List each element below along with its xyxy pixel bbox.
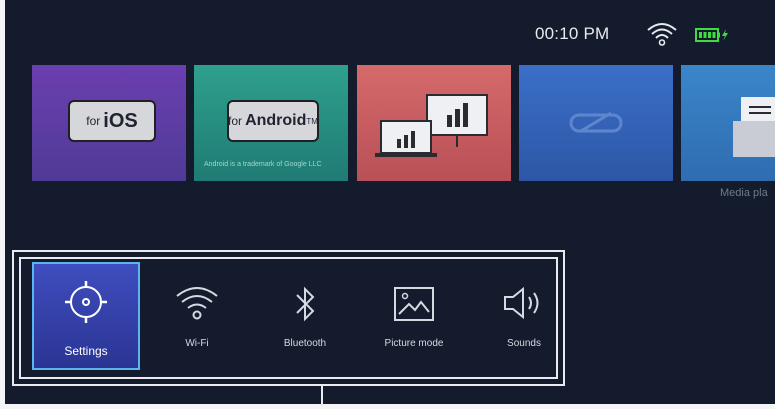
tile-media-player[interactable] <box>681 65 775 181</box>
dock-item-picture-mode[interactable]: Picture mode <box>360 262 468 370</box>
dock-item-label: Sounds <box>507 338 541 349</box>
screen-frame-left <box>0 0 5 409</box>
wifi-icon <box>647 23 677 46</box>
tile-android[interactable]: for Android TM Android is a trademark of… <box>194 65 348 181</box>
phone-icon: for iOS <box>68 100 156 142</box>
screen-frame-bottom <box>0 404 775 409</box>
dock-item-label: Settings <box>64 344 108 358</box>
dock-item-label: Bluetooth <box>283 338 327 349</box>
picture-icon <box>394 287 434 321</box>
presentation-icon <box>375 94 488 157</box>
wifi-icon <box>176 287 218 320</box>
settings-icon <box>65 281 107 323</box>
tile-ios-label: iOS <box>103 109 138 132</box>
dock-item-wifi[interactable]: Wi-Fi <box>143 262 251 370</box>
tile-screen-cast[interactable] <box>357 65 511 181</box>
battery-charging-icon <box>695 28 728 42</box>
folder-icon <box>733 97 775 157</box>
dock-item-sounds[interactable]: Sounds <box>470 262 578 370</box>
tile-android-prefix: for <box>228 114 243 128</box>
tile-android-label: Android <box>245 112 307 129</box>
dock-item-label: Wi-Fi <box>185 338 209 349</box>
dock-item-bluetooth[interactable]: Bluetooth <box>251 262 359 370</box>
dock-item-settings[interactable]: Settings <box>32 262 140 370</box>
dock-item-label: Picture mode <box>384 338 444 349</box>
link-icon <box>569 111 623 133</box>
clock: 00:10 PM <box>535 24 610 43</box>
tile-ios-prefix: for <box>86 114 101 128</box>
tile-link[interactable] <box>519 65 673 181</box>
tile-ios[interactable]: for iOS <box>32 65 186 181</box>
trademark-note: Android is a trademark of Google LLC <box>204 161 322 168</box>
speaker-icon <box>504 286 539 320</box>
phone-icon: for Android TM <box>227 100 319 142</box>
dock-connector <box>321 386 323 406</box>
bluetooth-icon <box>296 286 315 322</box>
tile-media-label: Media pla <box>720 187 768 199</box>
trademark-sign: TM <box>306 116 318 126</box>
